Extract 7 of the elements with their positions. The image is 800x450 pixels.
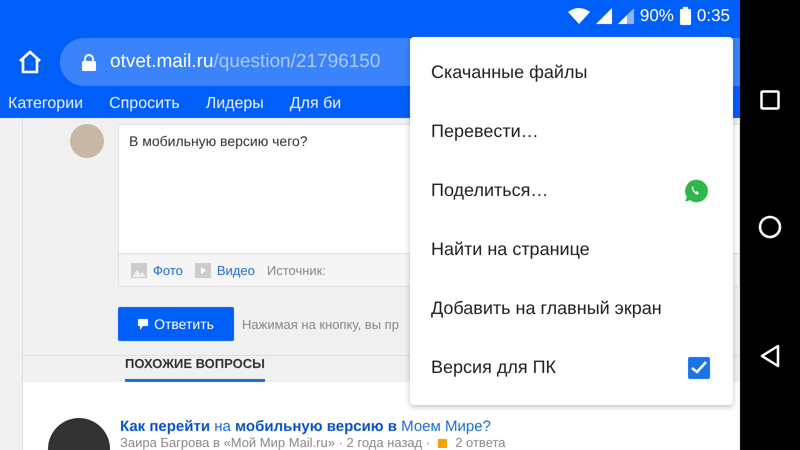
battery-percent: 90% [640,6,674,26]
source-label: Источник: [266,262,326,278]
hint-text: Нажимая на кнопку, вы пр [242,316,399,332]
answer-count: 2 ответа [455,436,506,450]
url-text: otvet.mail.ru/question/21796150 [110,51,380,73]
clock-time: 0:35 [696,6,730,26]
question-meta: Заира Багрова в «Мой Мир Mail.ru» · 2 года назад · [120,436,430,450]
